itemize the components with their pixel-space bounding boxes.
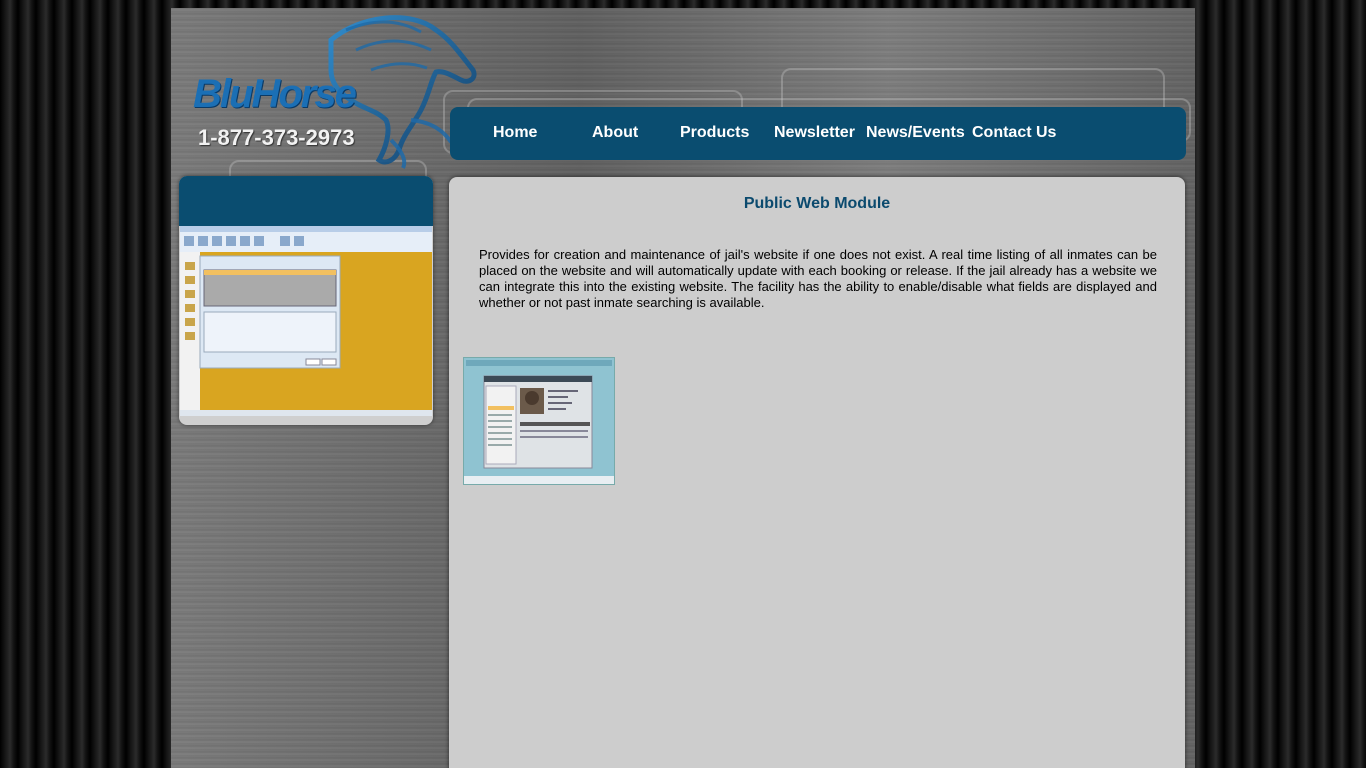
main-nav: Home About Products Newsletter News/Even… [450, 107, 1186, 160]
nav-newsletter[interactable]: Newsletter [774, 124, 855, 142]
logo[interactable]: BluHorse 1-877-373-2973 [181, 10, 481, 170]
description-text: Provides for creation and maintenance of… [479, 247, 1157, 310]
software-screenshot[interactable] [180, 226, 432, 416]
software-screenshot-image [180, 226, 432, 416]
sidebar-header [179, 176, 433, 226]
web-module-thumbnail[interactable] [463, 357, 615, 485]
web-module-thumbnail-image [464, 358, 614, 484]
sidebar-panel [179, 176, 433, 425]
page-title: Public Web Module [743, 195, 891, 212]
nav-products[interactable]: Products [680, 124, 749, 142]
nav-contact-us[interactable]: Contact Us [972, 124, 1056, 142]
content-panel: Public Web Module Provides for creation … [449, 177, 1185, 768]
nav-home[interactable]: Home [493, 124, 537, 142]
nav-about[interactable]: About [592, 124, 638, 142]
phone-number: 1-877-373-2973 [198, 125, 355, 150]
page-frame: BluHorse 1-877-373-2973 Home About Produ… [171, 8, 1195, 768]
nav-news-events[interactable]: News/Events [866, 124, 965, 142]
brand-name: BluHorse [193, 72, 357, 116]
